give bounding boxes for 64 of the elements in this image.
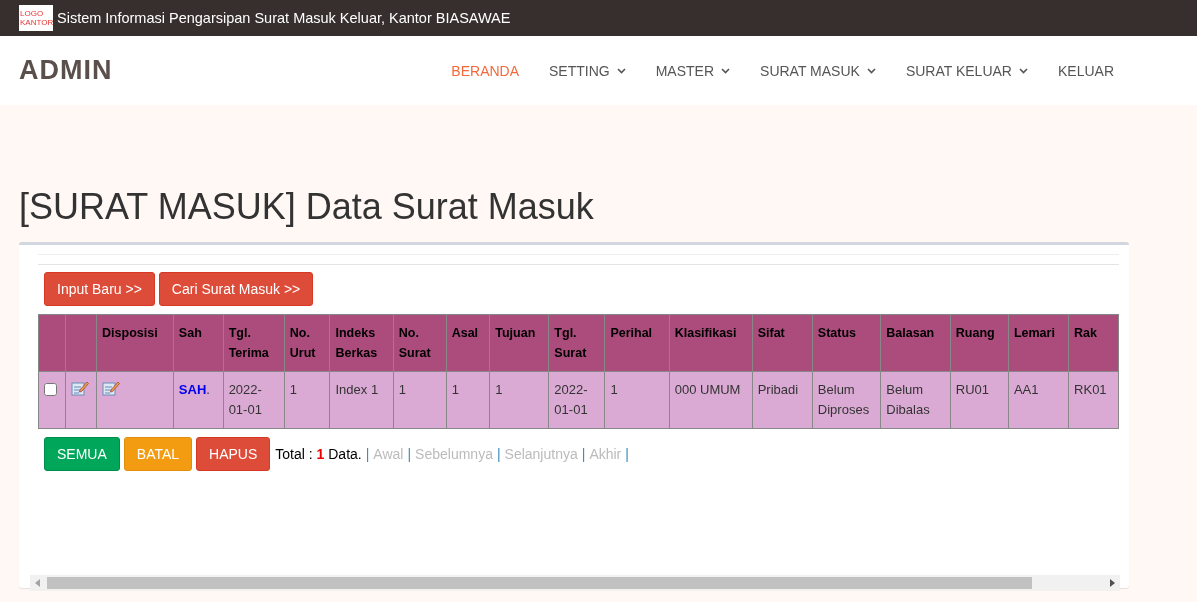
column-header: Lemari (1008, 314, 1069, 372)
column-header: Sah (173, 314, 224, 372)
table-cell: Belum Diproses (812, 371, 881, 429)
table-cell: 1 (284, 371, 330, 429)
table-cell: Belum Dibalas (880, 371, 951, 429)
sah-link[interactable]: SAH. (178, 382, 210, 397)
horizontal-scrollbar[interactable] (30, 575, 1120, 591)
nav-link[interactable]: SETTING (549, 62, 626, 79)
table-cell: RU01 (950, 371, 1009, 429)
nav-link[interactable]: SURAT MASUK (760, 62, 876, 79)
chevron-down-icon (1018, 67, 1028, 74)
column-header: Klasifikasi (669, 314, 753, 372)
action-button[interactable]: Input Baru >> (44, 272, 155, 306)
table-cell: Pribadi (752, 371, 813, 429)
edit-note-icon[interactable] (70, 380, 89, 396)
table-cell: 000 UMUM (669, 371, 753, 429)
table-cell: 1 (446, 371, 490, 429)
table-cell: 2022-01-01 (548, 371, 605, 429)
column-header: Balasan (880, 314, 951, 372)
separator-text: | (365, 446, 370, 462)
separator-text: | (581, 446, 586, 462)
logo-image: LOGO KANTOR (19, 5, 53, 31)
table-cell: AA1 (1008, 371, 1069, 429)
column-header: Sifat (752, 314, 813, 372)
column-header: Rak (1068, 314, 1119, 372)
nav-link[interactable]: SURAT KELUAR (905, 62, 1028, 79)
table-cell: 1 (489, 371, 549, 429)
column-header: Tgl. Surat (548, 314, 605, 372)
column-header: Asal (446, 314, 490, 372)
column-header: Ruang (950, 314, 1009, 372)
table-cell: 1 (393, 371, 447, 429)
column-header: Tujuan (489, 314, 549, 372)
chevron-down-icon (866, 67, 876, 74)
action-button[interactable]: Cari Surat Masuk >> (158, 272, 314, 306)
row-checkbox[interactable] (44, 383, 57, 396)
table-cell: 1 (604, 371, 670, 429)
nav-link[interactable]: MASTER (655, 62, 731, 79)
table-cell: Index 1 (330, 371, 394, 429)
separator-text: | (496, 446, 501, 462)
column-header: No. Urut (284, 314, 330, 372)
total-count-text: Total : 1 Data. (275, 446, 362, 462)
scroll-right-icon[interactable] (1110, 579, 1115, 587)
column-header: Indeks Berkas (330, 314, 394, 372)
chevron-down-icon (616, 67, 626, 74)
page-title: [SURAT MASUK] Data Surat Masuk (19, 185, 595, 229)
column-header: Tgl. Terima (223, 314, 285, 372)
column-header: Perihal (604, 314, 670, 372)
nav-link[interactable]: BERANDA (451, 62, 520, 79)
nav-link[interactable]: KELUAR (1057, 62, 1114, 79)
chevron-down-icon (721, 67, 731, 74)
bulk-action-button[interactable]: SEMUA (44, 437, 120, 471)
scroll-left-icon[interactable] (35, 579, 40, 587)
column-header: Status (812, 314, 881, 372)
edit-note-icon[interactable] (102, 380, 121, 396)
separator-text: | (407, 446, 412, 462)
column-header: Disposisi (96, 314, 174, 372)
brand-title: ADMIN (19, 55, 114, 86)
table-cell: 2022-01-01 (223, 371, 285, 429)
separator-text: | (625, 446, 629, 462)
table-cell: RK01 (1068, 371, 1119, 429)
app-title: Sistem Informasi Pengarsipan Surat Masuk Keluar, Kantor BIASAWAE (57, 10, 511, 26)
bulk-action-button[interactable]: BATAL (123, 437, 193, 471)
bulk-action-button[interactable]: HAPUS (196, 437, 271, 471)
column-header: No. Surat (393, 314, 447, 372)
